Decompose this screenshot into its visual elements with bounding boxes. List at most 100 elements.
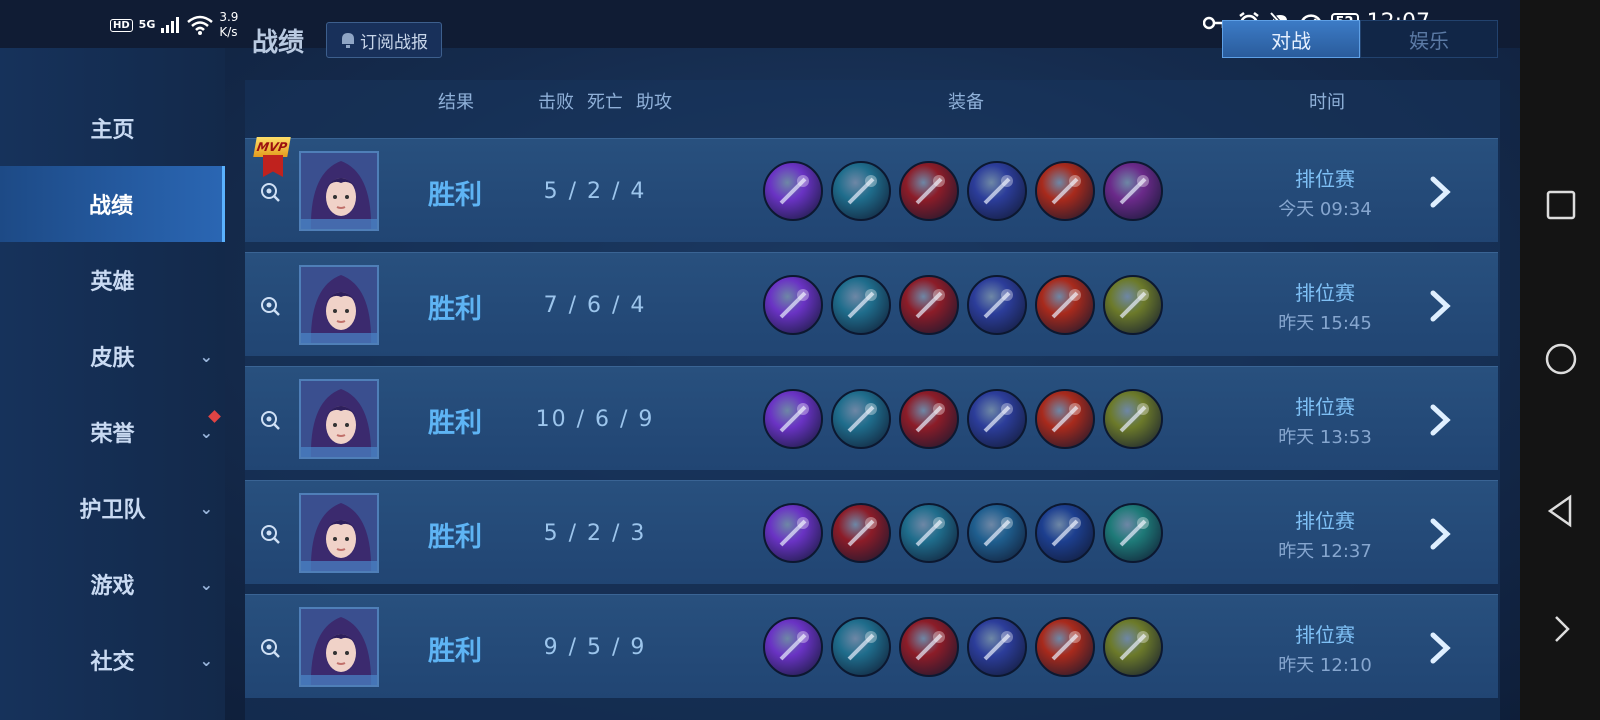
match-row[interactable]: 胜利 10 / 6 / 9 排位赛 昨天 13:53 — [245, 366, 1498, 470]
match-mode: 排位赛 — [1295, 509, 1355, 533]
match-row[interactable]: 胜利 7 / 6 / 4 排位赛 昨天 15:45 — [245, 252, 1498, 356]
hero-avatar — [299, 607, 379, 687]
status-left: HD 5G 3.9 K/s — [110, 10, 238, 40]
tab-entertainment[interactable]: 娱乐 — [1360, 20, 1498, 58]
network-speed: 3.9 K/s — [219, 10, 238, 40]
sidebar-item-record[interactable]: 战绩 — [0, 166, 225, 242]
boots-item-icon — [831, 617, 891, 677]
tab-battle[interactable]: 对战 — [1222, 20, 1360, 58]
dragon-item-icon — [763, 161, 823, 221]
mvp-label: MVP — [253, 137, 291, 157]
match-kda: 5 / 2 / 3 — [543, 521, 647, 546]
staff-item-icon — [1035, 161, 1095, 221]
book-item-icon — [1103, 617, 1163, 677]
match-time: 昨天 15:45 — [1278, 313, 1372, 334]
column-header-equipment: 装备 — [948, 92, 984, 113]
chevron-right-icon[interactable] — [1425, 289, 1455, 323]
book-item-icon — [1103, 275, 1163, 335]
mvp-ribbon — [263, 155, 283, 177]
match-row[interactable]: 胜利 9 / 5 / 9 排位赛昨天 12:10 — [245, 594, 1498, 698]
hd-indicator: HD — [110, 18, 133, 32]
match-mode: 排位赛 — [1295, 281, 1355, 305]
scepter-item-icon — [967, 389, 1027, 449]
sidebar-item-label: 皮肤 — [90, 346, 135, 371]
match-kda: 10 / 6 / 9 — [535, 407, 655, 432]
recent-apps-icon[interactable] — [1544, 188, 1578, 222]
match-row[interactable]: 胜利 5 / 2 / 3 排位赛 昨天 12:37 — [245, 480, 1498, 584]
equipment-list — [763, 617, 1163, 677]
column-header-result: 结果 — [438, 92, 474, 113]
chevron-right-icon[interactable] — [1425, 517, 1455, 551]
match-result: 胜利 — [428, 636, 482, 667]
replay-icon[interactable] — [259, 295, 281, 317]
chevron-right-icon[interactable] — [1425, 175, 1455, 209]
sidebar: 主页 战绩 英雄 皮肤 ⌄ 荣誉 ⌄ 护卫队 ⌄ 游戏 ⌄ 社交 ⌄ — [0, 48, 225, 720]
sidebar-item-heroes[interactable]: 英雄 — [0, 242, 225, 318]
match-row[interactable]: MVP 胜利 5 / 2 / 4 排位赛今天 09:34 — [245, 137, 1498, 242]
sidebar-item-label: 社交 — [90, 650, 135, 675]
replay-icon[interactable] — [259, 523, 281, 545]
column-header-assists: 助攻 — [636, 92, 672, 113]
purple-rune-item-icon — [1103, 161, 1163, 221]
back-icon[interactable] — [1544, 494, 1578, 528]
equipment-list — [763, 389, 1163, 449]
match-kda: 9 / 5 / 9 — [543, 635, 647, 660]
sidebar-item-honor[interactable]: 荣誉 ⌄ — [0, 394, 225, 470]
hat-item-icon — [899, 617, 959, 677]
column-header-kills: 击败 — [538, 92, 574, 113]
hat-item-icon — [899, 161, 959, 221]
chevron-right-icon[interactable] — [1425, 403, 1455, 437]
boots-item-icon — [831, 161, 891, 221]
replay-icon[interactable] — [259, 409, 281, 431]
hat-item-icon — [899, 275, 959, 335]
column-header-time: 时间 — [1309, 92, 1345, 113]
replay-icon[interactable] — [259, 637, 281, 659]
bell-icon — [342, 33, 354, 48]
dragon-item-icon — [763, 275, 823, 335]
wifi-icon — [187, 15, 214, 35]
staff-item-icon — [1035, 275, 1095, 335]
chevron-down-icon: ⌄ — [199, 346, 213, 366]
sidebar-item-home[interactable]: 主页 — [0, 90, 225, 166]
notification-dot — [208, 410, 221, 423]
wand-item-icon — [1103, 503, 1163, 563]
chevron-down-icon: ⌄ — [199, 422, 213, 442]
scepter-item-icon — [967, 161, 1027, 221]
home-icon[interactable] — [1544, 342, 1578, 376]
sidebar-item-game[interactable]: 游戏 ⌄ — [0, 546, 225, 622]
sidebar-item-social[interactable]: 社交 ⌄ — [0, 622, 225, 698]
chevron-down-icon: ⌄ — [199, 574, 213, 594]
network-type: 5G — [138, 18, 156, 31]
sidebar-item-label: 主页 — [90, 118, 135, 143]
sidebar-item-label: 战绩 — [88, 194, 133, 219]
chevron-right-icon[interactable] — [1544, 612, 1578, 646]
replay-icon[interactable] — [259, 181, 281, 203]
sidebar-item-skins[interactable]: 皮肤 ⌄ — [0, 318, 225, 394]
match-result: 胜利 — [428, 180, 482, 211]
subscribe-report-button[interactable]: 订阅战报 — [326, 22, 442, 58]
equipment-list — [763, 503, 1163, 563]
match-time: 昨天 12:10 — [1278, 655, 1372, 676]
sidebar-item-label: 游戏 — [90, 574, 135, 599]
match-mode: 排位赛 — [1295, 395, 1355, 419]
dragon-item-icon — [763, 503, 823, 563]
match-mode: 排位赛 — [1295, 623, 1355, 647]
staff-item-icon — [1035, 389, 1095, 449]
signal-icon — [161, 17, 180, 33]
hat-item-icon — [899, 389, 959, 449]
sidebar-item-label: 英雄 — [90, 270, 135, 295]
boots-item-icon — [831, 389, 891, 449]
match-time: 今天 09:34 — [1278, 199, 1372, 220]
network-speed-unit: K/s — [219, 25, 238, 39]
match-kda: 5 / 2 / 4 — [543, 179, 647, 204]
sidebar-item-guard-team[interactable]: 护卫队 ⌄ — [0, 470, 225, 546]
sidebar-item-label: 荣誉 — [90, 422, 135, 447]
system-nav-bar — [1520, 0, 1600, 720]
match-mode: 排位赛 — [1295, 167, 1355, 191]
equipment-list — [763, 275, 1163, 335]
match-result: 胜利 — [428, 408, 482, 439]
match-time: 昨天 12:37 — [1278, 541, 1372, 562]
match-kda: 7 / 6 / 4 — [543, 293, 647, 318]
dragon-item-icon — [763, 389, 823, 449]
chevron-right-icon[interactable] — [1425, 631, 1455, 665]
